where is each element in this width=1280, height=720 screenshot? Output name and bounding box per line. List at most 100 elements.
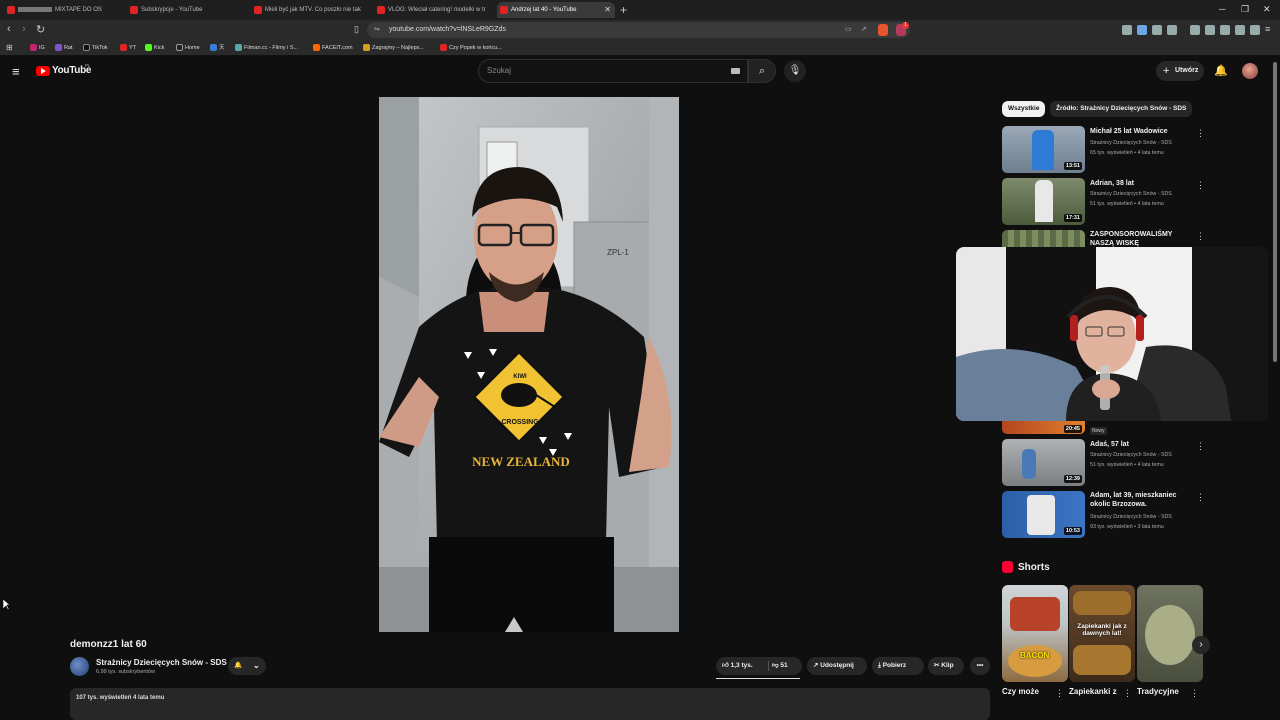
chip-all[interactable]: Wszystkie: [1002, 101, 1046, 117]
short-title[interactable]: Tradycyjne: [1137, 687, 1179, 696]
forward-icon[interactable]: ›: [22, 23, 26, 35]
site-info-icon[interactable]: ⇋: [374, 22, 380, 38]
youtube-icon: [120, 44, 127, 51]
minimize-icon[interactable]: ─: [1219, 4, 1225, 14]
video-duration: 20:45: [1063, 425, 1082, 433]
like-button[interactable]: 👍︎ 1,3 tys.: [716, 657, 768, 675]
bookmark-item[interactable]: Rat: [55, 40, 73, 56]
menu-icon[interactable]: ≡: [1265, 24, 1270, 34]
browser-tab[interactable]: MIXTAPE DO OS: [4, 2, 122, 18]
extension-icon[interactable]: [1137, 25, 1147, 35]
more-vertical-icon[interactable]: ⋮: [1055, 688, 1064, 699]
bookmark-label: FACEIT.com: [322, 45, 353, 51]
bookmark-item[interactable]: Czy Popek w końcu...: [440, 40, 502, 56]
vpn-icon[interactable]: [1250, 25, 1260, 35]
share-icon[interactable]: ⇗: [861, 22, 867, 38]
keyboard-icon[interactable]: [731, 68, 740, 74]
close-window-icon[interactable]: ✕: [1263, 4, 1271, 15]
brave-shield-icon[interactable]: [878, 24, 888, 36]
browser-tab[interactable]: Mieli być jak MTV. Co poszło nie tak: [251, 2, 369, 18]
more-vertical-icon[interactable]: ⋮: [1123, 688, 1132, 699]
bookmark-item[interactable]: 天: [210, 40, 225, 56]
more-vertical-icon[interactable]: ⋮: [1196, 128, 1205, 139]
create-button[interactable]: + Utwórz: [1156, 61, 1204, 81]
related-video-channel[interactable]: Strażnicy Dziecięcych Snów - SDS: [1090, 512, 1198, 522]
browser-tab[interactable]: Subskrypcje - YouTube: [127, 2, 245, 18]
bookmark-item[interactable]: Kick: [145, 40, 164, 56]
channel-avatar[interactable]: [70, 657, 89, 676]
related-video-title[interactable]: Adrian, 38 lat: [1090, 179, 1190, 188]
related-video-thumbnail[interactable]: 13:51: [1002, 126, 1085, 173]
sidebar-icon[interactable]: [1205, 25, 1215, 35]
voice-search-button[interactable]: 🎙: [784, 60, 806, 82]
close-tab-icon[interactable]: ✕: [604, 2, 611, 18]
related-video-thumbnail[interactable]: [1002, 230, 1085, 247]
more-vertical-icon[interactable]: ⋮: [1196, 231, 1205, 242]
related-video-thumbnail[interactable]: 10:53: [1002, 491, 1085, 538]
hamburger-menu-icon[interactable]: ≡: [12, 64, 20, 79]
reload-icon[interactable]: ↻: [36, 23, 45, 36]
cast-icon[interactable]: ▭: [845, 22, 852, 38]
tab-title: Andrzej lat 40 - YouTube: [511, 7, 577, 13]
shorts-next-button[interactable]: ›: [1192, 636, 1210, 654]
more-vertical-icon[interactable]: ⋮: [1190, 688, 1199, 699]
back-icon[interactable]: ‹: [7, 23, 11, 35]
tiktok-icon: [83, 44, 90, 51]
media-icon[interactable]: [1190, 25, 1200, 35]
share-button[interactable]: ↗ Udostępnij: [807, 657, 867, 675]
apps-grid-icon[interactable]: ⊞: [6, 43, 13, 52]
short-title[interactable]: Czy może: [1002, 687, 1039, 696]
channel-name[interactable]: Strażnicy Dziecięcych Snów - SDS: [96, 658, 227, 667]
related-video-title[interactable]: Adaś, 57 lat: [1090, 440, 1190, 449]
related-video-title[interactable]: ZASPONSOROWALIŚMY NASZĄ WISKĘ: [1090, 230, 1190, 248]
view-count-date: 107 tys. wyświetleń 4 lata temu: [76, 695, 165, 701]
search-button[interactable]: ⌕: [748, 59, 776, 83]
short-thumbnail[interactable]: Zapiekanki jak z dawnych lat!: [1069, 585, 1135, 682]
notifications-bell-icon[interactable]: 🔔: [1214, 64, 1228, 77]
related-video-thumbnail[interactable]: 17:31: [1002, 178, 1085, 225]
new-tab-button[interactable]: +: [620, 2, 627, 18]
chip-source[interactable]: Źródło: Strażnicy Dziecięcych Snów - SDS: [1050, 101, 1193, 117]
short-title[interactable]: Zapiekanki z: [1069, 687, 1117, 696]
leo-icon[interactable]: [1235, 25, 1245, 35]
address-bar[interactable]: ⇋ youtube.com/watch?v=lNSLeR9GZds ▭ ⇗: [367, 22, 910, 38]
browser-tab[interactable]: VLOG: Wleciał catering! modelki w tr: [374, 2, 492, 18]
related-video-channel[interactable]: Strażnicy Dziecięcych Snów - SDS: [1090, 189, 1198, 199]
bookmark-icon[interactable]: ▯: [354, 24, 359, 35]
search-input[interactable]: Szukaj: [478, 59, 748, 83]
bookmark-item[interactable]: Zagrajmy – Najleps...: [363, 40, 424, 56]
bookmark-item[interactable]: FACEIT.com: [313, 40, 353, 56]
dislike-button[interactable]: 👎︎ 51: [772, 657, 802, 675]
short-thumbnail[interactable]: BACON: [1002, 585, 1068, 682]
download-button[interactable]: ⤓ Pobierz: [872, 657, 924, 675]
description-box[interactable]: 107 tys. wyświetleń 4 lata temu: [70, 688, 990, 720]
more-vertical-icon[interactable]: ⋮: [1196, 180, 1205, 191]
clip-button[interactable]: ✂ Klip: [928, 657, 964, 675]
youtube-logo-icon[interactable]: [36, 66, 50, 76]
page-scrollbar[interactable]: [1273, 62, 1277, 362]
subscription-bell-button[interactable]: 🔔 ⌄: [228, 657, 266, 675]
related-video-title[interactable]: Michał 25 lat Wadowice: [1090, 127, 1190, 136]
user-avatar[interactable]: [1242, 63, 1258, 79]
extension-icon[interactable]: [1152, 25, 1162, 35]
extension-icon[interactable]: [1167, 25, 1177, 35]
browser-tab-active[interactable]: Andrzej lat 40 - YouTube ✕: [497, 2, 615, 18]
bookmark-item[interactable]: IG: [30, 40, 45, 56]
bookmark-item[interactable]: TikTok: [83, 40, 108, 56]
more-vertical-icon[interactable]: ⋮: [1196, 492, 1205, 503]
extension-icon[interactable]: [1122, 25, 1132, 35]
video-player[interactable]: CROSSING KIWI NEW ZEALAND ZPL-1: [379, 97, 679, 632]
short-thumbnail[interactable]: [1137, 585, 1203, 682]
maximize-icon[interactable]: ❐: [1241, 4, 1249, 15]
bookmark-item[interactable]: YT: [120, 40, 136, 56]
bookmark-item[interactable]: Home: [176, 40, 200, 56]
related-video-thumbnail[interactable]: 20:45: [1002, 421, 1085, 434]
more-actions-button[interactable]: •••: [970, 657, 990, 675]
bookmark-item[interactable]: Filman.cc - Filmy i S...: [235, 40, 298, 56]
related-video-channel[interactable]: Strażnicy Dziecięcych Snów - SDS: [1090, 138, 1198, 148]
wallet-icon[interactable]: [1220, 25, 1230, 35]
related-video-title[interactable]: Adam, lat 39, mieszkaniec okolic Brzozow…: [1090, 491, 1190, 509]
more-vertical-icon[interactable]: ⋮: [1196, 441, 1205, 452]
related-video-channel[interactable]: Strażnicy Dziecięcych Snów - SDS: [1090, 450, 1198, 460]
related-video-thumbnail[interactable]: 12:39: [1002, 439, 1085, 486]
